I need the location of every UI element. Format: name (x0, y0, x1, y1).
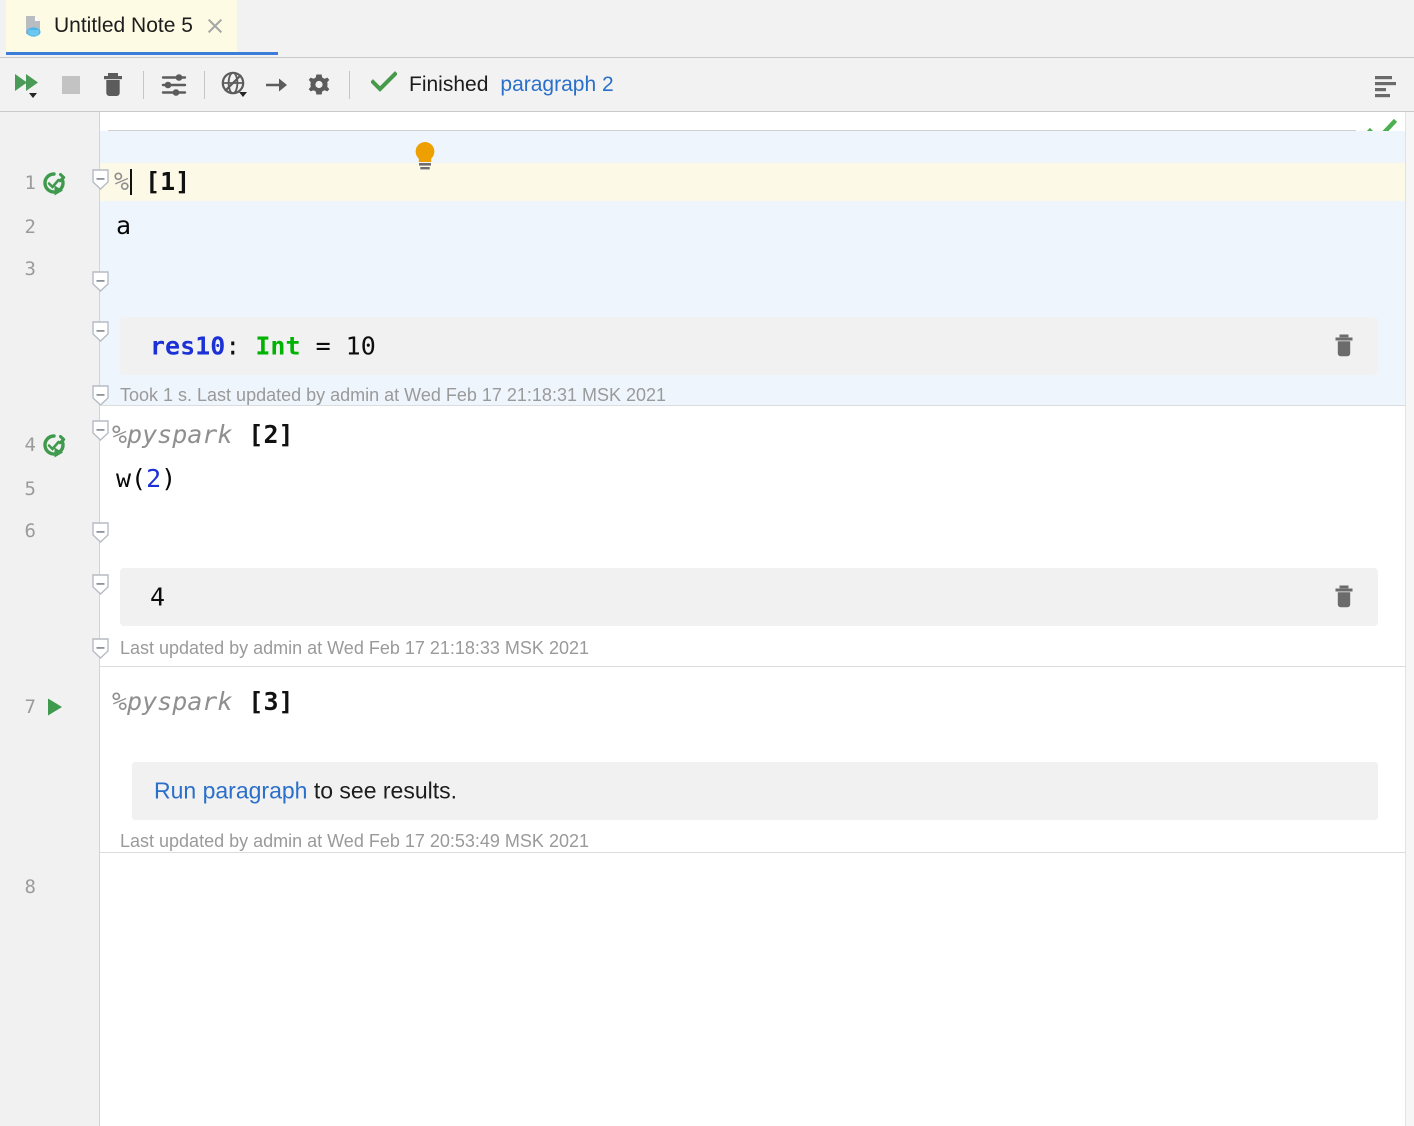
close-icon[interactable] (205, 16, 225, 36)
fold-marker[interactable] (91, 321, 110, 343)
fold-marker[interactable] (91, 271, 110, 293)
paragraph-1-footer: Took 1 s. Last updated by admin at Wed F… (120, 385, 667, 405)
fold-marker[interactable] (91, 420, 110, 442)
notebook-toolbar: Finished paragraph 2 (0, 58, 1414, 112)
paragraph-2-code-line[interactable]: w(2) (116, 464, 176, 493)
paragraph-index: [2] (248, 420, 294, 449)
line-number: 1 (24, 172, 36, 194)
paragraph-1-code-line[interactable]: a (116, 211, 131, 240)
tab-bar: Untitled Note 5 (0, 0, 1414, 58)
editor-tab-untitled-note-5[interactable]: Untitled Note 5 (6, 0, 237, 52)
paragraph-3-magic-line[interactable]: %pyspark [3] (112, 687, 294, 716)
paragraph-1[interactable]: % [1] a res10: Int = 10 Took 1 s. Last up… (92, 131, 1414, 406)
status-label: Finished (409, 72, 489, 96)
trash-icon[interactable] (1332, 333, 1356, 359)
caret-line-highlight (100, 163, 1414, 201)
paragraph-divider (100, 852, 1414, 853)
text-caret (130, 169, 133, 195)
trash-icon (104, 72, 122, 96)
stop-button[interactable] (50, 64, 92, 106)
line-number: 4 (24, 434, 36, 456)
toolbar-separator (204, 70, 205, 99)
paragraph-magic: %pyspark (112, 687, 233, 716)
arrow-button[interactable] (256, 64, 298, 106)
tab-active-underline (6, 52, 278, 55)
fold-marker[interactable] (91, 522, 110, 544)
paragraph-2-background (100, 406, 1414, 666)
paragraph-2-footer: Last updated by admin at Wed Feb 17 21:1… (120, 638, 589, 658)
paragraph-index: [1] (145, 167, 191, 196)
paragraph-3-run-hint-text: Run paragraph to see results. (154, 778, 457, 805)
paragraph-3-run-hint[interactable]: Run paragraph to see results. (132, 762, 1378, 820)
line-number: 6 (24, 520, 36, 542)
toggle-output-button[interactable] (1364, 64, 1406, 106)
run-hint-rest: to see results. (307, 777, 458, 804)
run-paragraph-link[interactable]: Run paragraph (154, 778, 307, 804)
lightbulb-icon[interactable] (410, 140, 440, 174)
paragraph-1-output[interactable]: res10: Int = 10 (120, 317, 1378, 375)
paragraph-1-output-text: res10: Int = 10 (150, 331, 376, 361)
paragraph-3-footer: Last updated by admin at Wed Feb 17 20:5… (120, 831, 589, 851)
delete-button[interactable] (92, 64, 134, 106)
paragraph-magic: %pyspark (112, 420, 233, 449)
run-play-icon[interactable] (44, 696, 68, 720)
tab-title: Untitled Note 5 (54, 14, 193, 37)
double-play-icon (15, 73, 38, 98)
toolbar-separator (349, 70, 350, 99)
fold-marker[interactable] (91, 574, 110, 596)
editor-scrollbar[interactable] (1405, 112, 1414, 1126)
gear-button[interactable] (298, 64, 340, 106)
interpreter-button[interactable] (214, 64, 256, 106)
fold-marker[interactable] (91, 385, 110, 407)
paragraph-index: [3] (248, 687, 294, 716)
paragraph-1-magic-line[interactable]: % [1] (114, 167, 190, 196)
paragraph-3[interactable]: %pyspark [3] Run paragraph to see results… (100, 667, 1414, 852)
editor-gutter[interactable]: 1 2 3 4 5 6 7 8 (0, 112, 100, 1126)
paragraph-2-output[interactable]: 4 (120, 568, 1378, 626)
editor-content[interactable]: % [1] a res10: Int = 10 Took 1 s. Last up… (92, 112, 1414, 1126)
line-number: 7 (24, 696, 36, 718)
sliders-icon (161, 73, 187, 96)
run-status: Finished paragraph 2 (370, 71, 614, 98)
notebook-editor[interactable]: 1 2 3 4 5 6 7 8 % [1] a res10: Int = 10 … (0, 112, 1414, 1126)
arrow-right-icon (266, 78, 287, 91)
note-icon (20, 13, 46, 39)
stop-square-icon (62, 75, 80, 94)
fold-marker[interactable] (91, 638, 110, 660)
run-success-icon[interactable] (42, 172, 66, 196)
status-paragraph-link[interactable]: paragraph 2 (500, 73, 613, 97)
align-lines-icon (1375, 76, 1396, 98)
line-number: 8 (24, 876, 36, 898)
line-number: 2 (24, 216, 36, 238)
check-icon (370, 71, 398, 98)
paragraph-3-background (100, 667, 1414, 852)
run-all-button[interactable] (8, 64, 50, 106)
paragraph-2-magic-line[interactable]: %pyspark [2] (112, 420, 294, 449)
paragraph-2-output-text: 4 (150, 582, 166, 612)
paragraph-2[interactable]: %pyspark [2] w(2) 4 Last updated by admin… (92, 406, 1414, 666)
toolbar-separator (143, 70, 144, 99)
gear-icon (308, 74, 330, 94)
line-number: 5 (24, 478, 36, 500)
paragraph-magic: % (114, 167, 130, 196)
trash-icon[interactable] (1332, 584, 1356, 610)
fold-marker[interactable] (91, 169, 110, 191)
run-success-icon[interactable] (42, 434, 66, 458)
line-number: 3 (24, 258, 36, 280)
settings-sliders-button[interactable] (153, 64, 195, 106)
globe-icon (221, 71, 247, 97)
